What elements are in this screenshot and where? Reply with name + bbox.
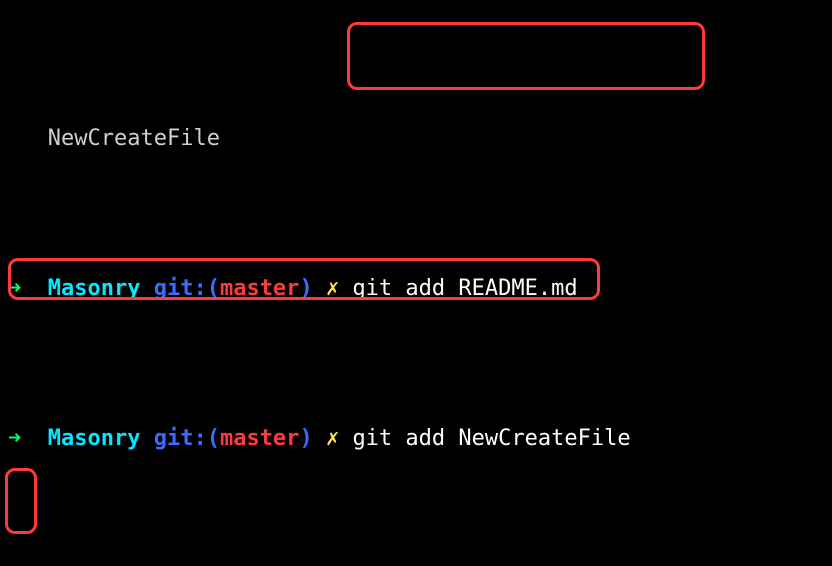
dirty-icon: ✗ — [326, 276, 339, 301]
prompt-dir: Masonry — [48, 276, 141, 301]
highlight-box-short-codes — [5, 468, 37, 534]
terminal[interactable]: NewCreateFile ➜ Masonry git:(master) ✗ g… — [0, 0, 832, 566]
git-label: git: — [154, 276, 207, 301]
highlight-box-commands — [347, 22, 705, 90]
truncated-text: NewCreateFile — [48, 126, 220, 151]
prompt-line-2: ➜ Masonry git:(master) ✗ git add NewCrea… — [8, 424, 824, 454]
truncated-line: NewCreateFile — [8, 124, 824, 154]
prompt-line-1: ➜ Masonry git:(master) ✗ git add README.… — [8, 274, 824, 304]
branch: master — [220, 276, 299, 301]
paren-close: ) — [299, 276, 312, 301]
command-add1: git add README.md — [352, 276, 577, 301]
command-add2: git add NewCreateFile — [352, 426, 630, 451]
paren-open: ( — [207, 276, 220, 301]
prompt-arrow: ➜ — [8, 276, 21, 301]
